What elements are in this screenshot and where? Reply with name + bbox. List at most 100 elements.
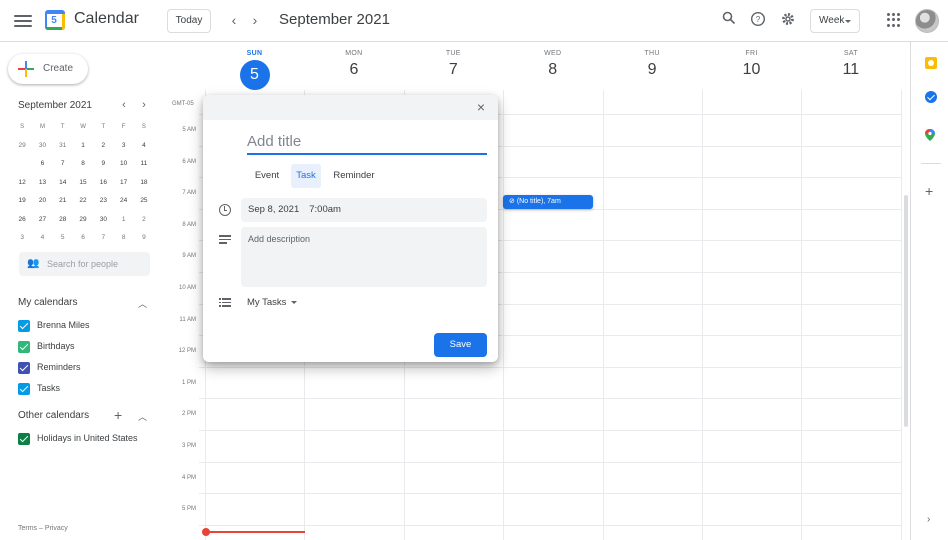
calendar-item[interactable]: Holidays in United States (18, 432, 158, 446)
mini-calendar-day[interactable]: 7 (53, 155, 73, 174)
mini-calendar-day[interactable]: 23 (93, 192, 113, 211)
next-week-button[interactable]: › (247, 11, 263, 29)
day-number[interactable]: 8 (503, 61, 602, 79)
mini-calendar-day[interactable]: 4 (32, 229, 52, 248)
previous-week-button[interactable]: ‹ (226, 11, 242, 29)
mini-calendar-day[interactable]: 13 (32, 174, 52, 193)
people-search-input[interactable]: 👥 Search for people (19, 252, 150, 276)
mini-calendar-day[interactable]: 4 (134, 137, 154, 156)
apps-icon[interactable] (887, 13, 901, 27)
mini-calendar-day[interactable]: 10 (113, 155, 133, 174)
create-button[interactable]: Create (8, 54, 88, 84)
day-number[interactable]: 10 (702, 61, 801, 79)
mini-calendar-day[interactable]: 5 (12, 155, 32, 174)
calendar-checkbox[interactable] (18, 341, 30, 353)
chevron-right-icon[interactable]: › (927, 514, 930, 525)
dialog-drag-handle[interactable] (203, 95, 498, 120)
calendar-checkbox[interactable] (18, 433, 30, 445)
mini-calendar-prev-icon[interactable]: ‹ (119, 99, 129, 111)
day-column-header[interactable]: MON6 (304, 50, 403, 79)
time-value[interactable]: 7:00am (309, 204, 341, 215)
mini-calendar-day[interactable]: 18 (134, 174, 154, 193)
mini-calendar-day[interactable]: 3 (12, 229, 32, 248)
event-chip[interactable]: ⊘ (No title), 7am (503, 195, 593, 209)
mini-calendar-day[interactable]: 11 (134, 155, 154, 174)
mini-calendar-day[interactable]: 15 (73, 174, 93, 193)
calendar-checkbox[interactable] (18, 320, 30, 332)
mini-calendar-day[interactable]: 31 (53, 137, 73, 156)
tab-task[interactable]: Task (291, 164, 321, 188)
my-calendars-title[interactable]: My calendars (18, 297, 77, 308)
mini-calendar-day[interactable]: 6 (32, 155, 52, 174)
settings-icon[interactable] (779, 11, 797, 29)
day-number[interactable]: 11 (801, 61, 900, 79)
add-calendar-icon[interactable]: + (114, 407, 122, 423)
calendar-checkbox[interactable] (18, 362, 30, 374)
chevron-up-icon[interactable]: ︿ (138, 410, 147, 423)
today-button[interactable]: Today (167, 9, 211, 33)
mini-calendar-day[interactable]: 29 (73, 211, 93, 230)
avatar[interactable] (915, 9, 939, 33)
keep-icon[interactable] (925, 57, 937, 69)
mini-calendar-day[interactable]: 17 (113, 174, 133, 193)
search-icon[interactable] (720, 11, 738, 29)
mini-calendar-day[interactable]: 12 (12, 174, 32, 193)
date-value[interactable]: Sep 8, 2021 (248, 204, 299, 215)
mini-calendar-day[interactable]: 2 (134, 211, 154, 230)
mini-calendar-day[interactable]: 27 (32, 211, 52, 230)
calendar-item[interactable]: Brenna Miles (18, 319, 158, 333)
calendar-item[interactable]: Reminders (18, 361, 158, 375)
help-icon[interactable]: ? (749, 11, 767, 29)
task-list-selector[interactable]: My Tasks (247, 297, 297, 308)
day-number[interactable]: 6 (304, 61, 403, 79)
mini-calendar-day[interactable]: 29 (12, 137, 32, 156)
day-column-header[interactable]: SUN5 (205, 50, 304, 90)
mini-calendar-day[interactable]: 14 (53, 174, 73, 193)
mini-calendar-day[interactable]: 30 (32, 137, 52, 156)
chevron-up-icon[interactable]: ︿ (138, 297, 147, 310)
close-icon[interactable]: × (474, 100, 488, 114)
save-button[interactable]: Save (434, 333, 487, 357)
day-number[interactable]: 5 (240, 60, 270, 90)
mini-calendar-day[interactable]: 26 (12, 211, 32, 230)
scrollbar[interactable] (904, 195, 908, 427)
mini-calendar-day[interactable]: 25 (134, 192, 154, 211)
mini-calendar-day[interactable]: 8 (73, 155, 93, 174)
mini-calendar-day[interactable]: 5 (53, 229, 73, 248)
get-add-ons-icon[interactable]: + (925, 184, 933, 198)
other-calendars-title[interactable]: Other calendars (18, 410, 89, 421)
mini-calendar-day[interactable]: 3 (113, 137, 133, 156)
date-time-field[interactable]: Sep 8, 2021 7:00am (241, 198, 487, 222)
day-column-header[interactable]: FRI10 (702, 50, 801, 79)
maps-icon[interactable] (925, 128, 935, 140)
footer-links[interactable]: Terms – Privacy (18, 525, 68, 532)
view-selector[interactable]: Week (810, 9, 860, 33)
mini-calendar-day[interactable]: 28 (53, 211, 73, 230)
mini-calendar-day[interactable]: 2 (93, 137, 113, 156)
mini-calendar-day[interactable]: 8 (113, 229, 133, 248)
mini-calendar-day[interactable]: 7 (93, 229, 113, 248)
calendar-logo[interactable]: 5 (45, 10, 65, 30)
mini-calendar-day[interactable]: 19 (12, 192, 32, 211)
mini-calendar-day[interactable]: 16 (93, 174, 113, 193)
mini-calendar-next-icon[interactable]: › (139, 99, 149, 111)
mini-calendar-day[interactable]: 1 (73, 137, 93, 156)
calendar-item[interactable]: Birthdays (18, 340, 158, 354)
mini-calendar-day[interactable]: 9 (93, 155, 113, 174)
tasks-icon[interactable] (925, 91, 937, 103)
description-input[interactable] (241, 227, 487, 287)
day-number[interactable]: 7 (404, 61, 503, 79)
mini-calendar-day[interactable]: 20 (32, 192, 52, 211)
mini-calendar-day[interactable]: 6 (73, 229, 93, 248)
mini-calendar-day[interactable]: 9 (134, 229, 154, 248)
menu-icon[interactable] (14, 12, 32, 30)
mini-calendar-day[interactable]: 24 (113, 192, 133, 211)
mini-calendar-day[interactable]: 22 (73, 192, 93, 211)
day-number[interactable]: 9 (603, 61, 702, 79)
calendar-checkbox[interactable] (18, 383, 30, 395)
mini-calendar-day[interactable]: 21 (53, 192, 73, 211)
calendar-item[interactable]: Tasks (18, 382, 158, 396)
day-column-header[interactable]: THU9 (603, 50, 702, 79)
mini-calendar-day[interactable]: 30 (93, 211, 113, 230)
tab-reminder[interactable]: Reminder (325, 164, 383, 188)
